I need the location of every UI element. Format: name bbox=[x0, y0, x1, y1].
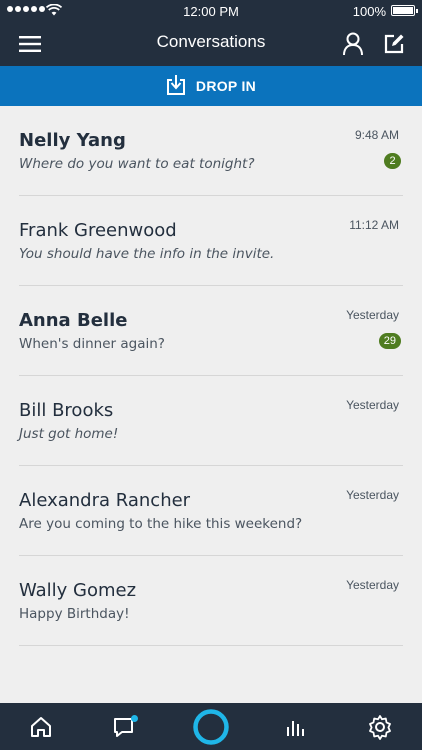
status-bar: 12:00 PM 100% bbox=[0, 0, 422, 22]
drop-in-icon bbox=[166, 74, 186, 99]
battery-icon bbox=[391, 5, 418, 16]
message-time: 9:48 AM bbox=[354, 128, 399, 142]
chat-icon[interactable] bbox=[96, 703, 156, 750]
conversation-row[interactable]: Frank Greenwood You should have the info… bbox=[19, 196, 403, 286]
nav-bar: Conversations bbox=[0, 22, 422, 66]
alexa-icon[interactable] bbox=[181, 703, 241, 750]
tab-bar bbox=[0, 703, 422, 750]
activity-icon[interactable] bbox=[266, 703, 326, 750]
battery-percent: 100% bbox=[352, 4, 386, 19]
settings-icon[interactable] bbox=[350, 703, 410, 750]
conversation-list: Nelly Yang Where do you want to eat toni… bbox=[0, 106, 422, 646]
message-preview: Are you coming to the hike this weekend? bbox=[19, 516, 303, 532]
message-time: Yesterday bbox=[346, 308, 399, 322]
message-time: Yesterday bbox=[346, 488, 399, 502]
unread-badge: 29 bbox=[378, 333, 401, 349]
message-time: 11:12 AM bbox=[349, 218, 399, 232]
conversation-row[interactable]: Nelly Yang Where do you want to eat toni… bbox=[19, 106, 403, 196]
message-preview: Just got home! bbox=[19, 426, 119, 442]
conversation-row[interactable]: Wally Gomez Happy Birthday! Yesterday bbox=[19, 556, 403, 646]
conversation-row[interactable]: Bill Brooks Just got home! Yesterday bbox=[19, 376, 403, 466]
contact-name: Wally Gomez bbox=[19, 580, 137, 601]
message-time: Yesterday bbox=[346, 398, 399, 412]
message-preview: You should have the info in the invite. bbox=[19, 246, 275, 262]
compose-icon[interactable] bbox=[380, 30, 408, 58]
unread-badge: 2 bbox=[384, 153, 401, 169]
contact-name: Nelly Yang bbox=[19, 130, 126, 151]
contact-name: Anna Belle bbox=[19, 310, 128, 331]
person-icon[interactable] bbox=[339, 30, 367, 58]
contact-name: Bill Brooks bbox=[19, 400, 114, 421]
drop-in-button[interactable]: DROP IN bbox=[0, 66, 422, 106]
drop-in-label: DROP IN bbox=[195, 78, 257, 94]
message-time: Yesterday bbox=[346, 578, 399, 592]
message-preview: Happy Birthday! bbox=[19, 606, 130, 622]
conversation-row[interactable]: Alexandra Rancher Are you coming to the … bbox=[19, 466, 403, 556]
message-preview: When's dinner again? bbox=[19, 336, 165, 352]
conversation-row[interactable]: Anna Belle When's dinner again? Yesterda… bbox=[19, 286, 403, 376]
contact-name: Alexandra Rancher bbox=[19, 490, 191, 511]
home-icon[interactable] bbox=[11, 703, 71, 750]
contact-name: Frank Greenwood bbox=[19, 220, 177, 241]
message-preview: Where do you want to eat tonight? bbox=[19, 156, 255, 172]
